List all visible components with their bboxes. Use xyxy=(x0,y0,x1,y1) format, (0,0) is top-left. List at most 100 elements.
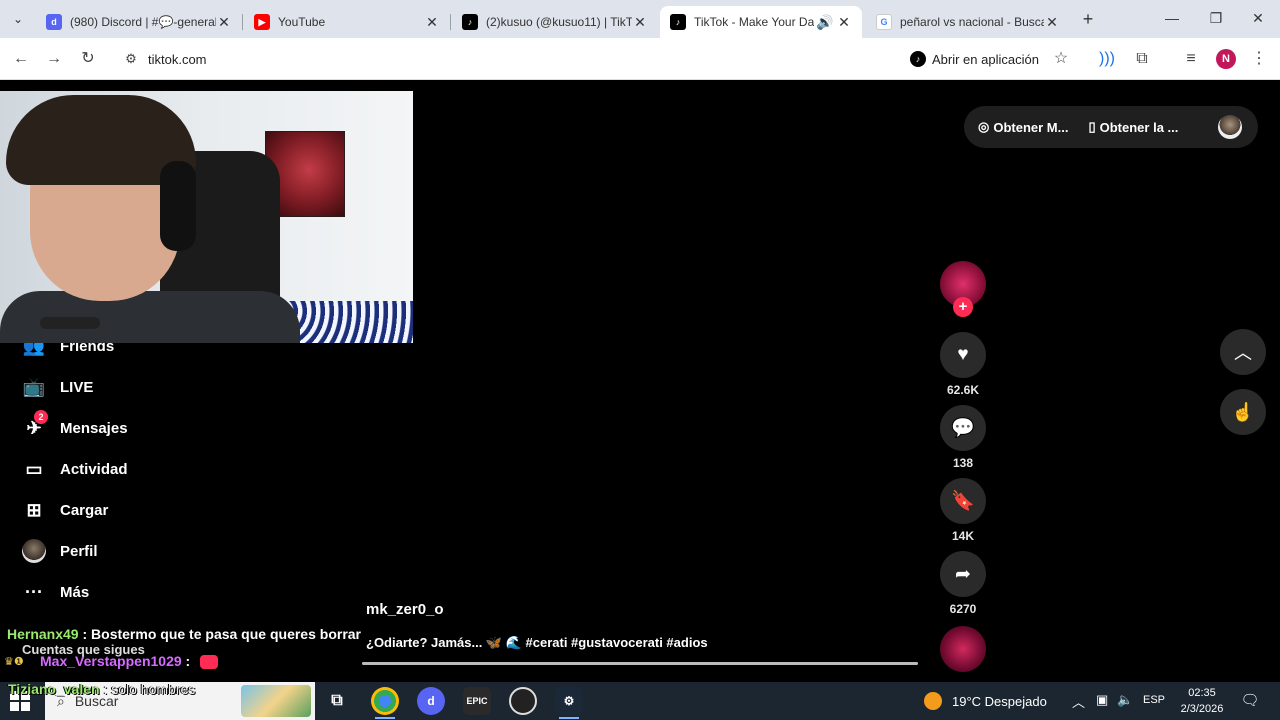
tab-title: YouTube xyxy=(278,15,326,29)
sidebar-item-profile[interactable]: Perfil xyxy=(20,536,98,566)
progress-fill xyxy=(362,662,918,665)
audio-playing-icon[interactable]: 🔊 xyxy=(814,14,836,31)
video-caption: ¿Odiarte? Jamás... 🦋 🌊 #cerati #gustavoc… xyxy=(366,635,708,650)
more-icon: ··· xyxy=(25,581,43,602)
tab-title: TikTok - Make Your Day xyxy=(694,15,814,29)
close-tab-icon[interactable]: ✕ xyxy=(836,14,852,31)
previous-video-chevron-up-icon[interactable]: ︿ xyxy=(1220,329,1266,375)
chat-message: Tiziano_valen : solo hombres xyxy=(8,681,196,697)
tab-title: peñarol vs nacional - Buscar xyxy=(900,15,1044,29)
sidebar-item-upload[interactable]: ⊞ Cargar xyxy=(20,495,108,525)
profile-avatar xyxy=(20,539,48,563)
forward-icon[interactable]: → xyxy=(43,48,65,70)
get-coins-button[interactable]: ◎ Obtener M... xyxy=(978,119,1068,135)
profile-avatar[interactable]: N xyxy=(1216,49,1236,69)
language-indicator[interactable]: ESP xyxy=(1143,694,1165,706)
sidebar-item-messages[interactable]: ✈ 2 Mensajes xyxy=(20,410,128,443)
site-settings-icon[interactable]: ⚙ xyxy=(120,51,142,67)
video-author[interactable]: mk_zer0_o xyxy=(366,601,444,618)
follow-plus-icon[interactable]: + xyxy=(953,297,973,317)
reload-icon[interactable]: ↻ xyxy=(77,48,99,70)
video-progress-bar[interactable] xyxy=(362,662,918,665)
webcam-overlay xyxy=(0,91,413,343)
tray-chevron-up-icon[interactable]: ︿ xyxy=(1072,692,1085,711)
top-actions-pill: ◎ Obtener M... ▯ Obtener la ... xyxy=(964,106,1258,148)
close-tab-icon[interactable]: ✕ xyxy=(216,14,232,31)
tab-tiktok-kusuo[interactable]: ♪ (2)kusuo (@kusuo11) | TikT ✕ xyxy=(452,6,658,38)
close-tab-icon[interactable]: ✕ xyxy=(424,14,440,31)
tiktok-icon: ♪ xyxy=(462,14,478,30)
sidebar-item-more[interactable]: ··· Más xyxy=(20,577,89,607)
upload-icon: ⊞ xyxy=(26,499,42,520)
google-icon: G xyxy=(876,14,892,30)
extensions-puzzle-icon[interactable]: ⧉ xyxy=(1131,48,1153,70)
tab-search-chevron-icon[interactable]: ⌄ xyxy=(8,9,28,29)
phone-icon: ▯ xyxy=(1088,119,1096,134)
chrome-icon[interactable] xyxy=(371,687,399,719)
search-highlight-image xyxy=(241,685,311,717)
chat-username: Hernanx49 xyxy=(7,626,79,642)
share-icon[interactable]: ➦ xyxy=(940,551,986,597)
activity-icon: ▭ xyxy=(25,458,43,479)
tab-youtube[interactable]: ▶ YouTube ✕ xyxy=(244,6,451,38)
music-disc-icon[interactable] xyxy=(940,626,986,672)
open-in-app-button[interactable]: ♪ Abrir en aplicación xyxy=(904,44,1045,74)
sidebar-item-live[interactable]: 📺 LIVE xyxy=(20,372,94,402)
clock[interactable]: 02:35 2/3/2026 xyxy=(1176,685,1228,717)
discord-icon[interactable]: d xyxy=(417,687,445,715)
bookmark-star-icon[interactable]: ☆ xyxy=(1050,48,1072,70)
menu-kebab-icon[interactable]: ⋮ xyxy=(1248,48,1270,70)
save-count: 14K xyxy=(951,529,974,543)
like-heart-icon[interactable]: ♥ xyxy=(940,332,986,378)
new-tab-button[interactable]: + xyxy=(1078,9,1098,29)
minimize-icon[interactable]: — xyxy=(1160,8,1184,28)
youtube-icon: ▶ xyxy=(254,14,270,30)
share-count: 6270 xyxy=(949,602,977,616)
headset-icon xyxy=(160,161,196,251)
weather-widget[interactable]: 19°C Despejado xyxy=(924,692,1047,710)
comment-count: 138 xyxy=(952,456,974,470)
comment-icon[interactable]: 💬 xyxy=(940,405,986,451)
epic-games-icon[interactable]: EPIC xyxy=(463,687,491,715)
chat-username: Max_Verstappen1029 xyxy=(40,653,182,669)
network-icon[interactable]: ▣ xyxy=(1096,692,1108,708)
screen: ⌄ d (980) Discord | #💬-general ✕ ▶ YouTu… xyxy=(0,0,1280,720)
user-avatar[interactable] xyxy=(1218,115,1242,139)
tiktok-icon: ♪ xyxy=(670,14,686,30)
close-window-icon[interactable]: ✕ xyxy=(1246,8,1270,28)
close-tab-icon[interactable]: ✕ xyxy=(632,14,648,31)
emote-icon xyxy=(200,655,219,670)
chat-username: Tiziano_valen xyxy=(8,681,100,697)
sidebar-item-activity[interactable]: ▭ Actividad xyxy=(20,454,127,484)
tab-title: (980) Discord | #💬-general xyxy=(70,15,216,29)
browser-toolbar: ← → ↻ ⚙ tiktok.com ♪ Abrir en aplicación… xyxy=(0,38,1280,80)
tiktok-icon: ♪ xyxy=(910,51,926,67)
close-tab-icon[interactable]: ✕ xyxy=(1044,14,1060,31)
volume-icon[interactable]: 🔈 xyxy=(1117,692,1133,708)
chat-badge-icons: ♛❶ xyxy=(4,656,24,668)
tab-discord[interactable]: d (980) Discord | #💬-general ✕ xyxy=(36,6,243,38)
tab-tiktok-active[interactable]: ♪ TikTok - Make Your Day 🔊 ✕ xyxy=(660,6,862,38)
chat-message: Hernanx49 : Bostermo que te pasa que que… xyxy=(7,626,361,642)
discord-icon: d xyxy=(46,14,62,30)
like-count: 62.6K xyxy=(946,383,980,397)
obs-icon[interactable] xyxy=(509,687,537,715)
get-app-button[interactable]: ▯ Obtener la ... xyxy=(1088,119,1178,135)
chat-message: Max_Verstappen1029 : xyxy=(40,653,219,670)
back-icon[interactable]: ← xyxy=(10,48,32,70)
coin-icon: ◎ xyxy=(978,119,990,134)
restore-icon[interactable]: ❐ xyxy=(1204,8,1228,28)
live-tv-icon: 📺 xyxy=(22,376,46,397)
unread-badge: 2 xyxy=(34,410,48,424)
bookmark-icon[interactable]: 🔖 xyxy=(940,478,986,524)
tab-title: (2)kusuo (@kusuo11) | TikT xyxy=(486,15,632,29)
url-text: tiktok.com xyxy=(148,51,207,67)
media-control-icon[interactable]: ≡ xyxy=(1180,48,1202,70)
task-view-icon[interactable]: ⧉ xyxy=(323,687,351,715)
next-video-chevron-down-icon[interactable]: ☝ xyxy=(1220,389,1266,435)
extension-audio-icon[interactable]: ))) xyxy=(1096,48,1118,70)
tab-strip: ⌄ d (980) Discord | #💬-general ✕ ▶ YouTu… xyxy=(0,0,1280,38)
tab-google-search[interactable]: G peñarol vs nacional - Buscar ✕ xyxy=(866,6,1070,38)
steam-icon[interactable]: ⚙ xyxy=(555,687,583,719)
notifications-icon[interactable]: 🗨 xyxy=(1240,691,1260,711)
